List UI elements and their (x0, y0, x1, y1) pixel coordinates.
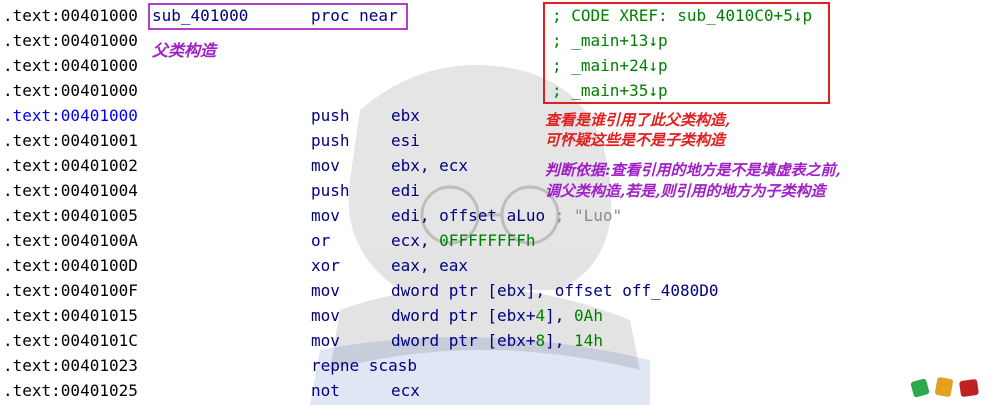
mnemonic[interactable]: push (311, 178, 350, 203)
operand[interactable]: ebx (391, 103, 420, 128)
address[interactable]: .text:00401000 (3, 103, 138, 128)
operand[interactable]: dword ptr [ebx+4], 0Ah (391, 303, 603, 328)
mnemonic[interactable]: push (311, 103, 350, 128)
watermark-logo-icon (910, 377, 979, 398)
address[interactable]: .text:00401023 (3, 353, 138, 378)
address[interactable]: .text:00401000 (3, 28, 138, 53)
mnemonic[interactable]: or (311, 228, 330, 253)
operand-text: edi (391, 181, 420, 200)
operand-text: ebx, ecx (391, 156, 469, 175)
annotation-red-line1: 查看是谁引用了此父类构造, (545, 111, 731, 129)
operand[interactable]: ebx, ecx (391, 153, 468, 178)
disassembly-view[interactable]: .text:00401000 sub_401000 proc near .text:0… (0, 0, 988, 405)
annotation-purple-line1: 判断依据:查看引用的地方是不是填虚表之前, (545, 161, 841, 179)
annotation-purple-line2: 调父类构造,若是,则引用的地方为子类构造 (545, 182, 826, 200)
operand-number: 0Ah (574, 306, 603, 325)
operand[interactable]: edi, offset aLuo ; "Luo" (391, 203, 622, 228)
operand-text: ecx, (391, 231, 440, 250)
address[interactable]: .text:00401025 (3, 378, 138, 403)
operand[interactable]: dword ptr [ebx+8], 14h (391, 328, 603, 353)
address[interactable]: .text:00401015 (3, 303, 138, 328)
xref-comment[interactable]: ; CODE XREF: sub_4010C0+5↓p (552, 3, 812, 28)
address[interactable]: .text:0040100D (3, 253, 138, 278)
xref-comment[interactable]: ; _main+24↓p (552, 53, 668, 78)
address[interactable]: .text:0040100F (3, 278, 138, 303)
operand-number: 14h (574, 331, 603, 350)
annotation-red-line2: 可怀疑这些是不是子类构造 (545, 131, 726, 149)
operand[interactable]: esi (391, 128, 420, 153)
address[interactable]: .text:00401001 (3, 128, 138, 153)
operand[interactable]: ecx, 0FFFFFFFFh (391, 228, 536, 253)
xref-comment[interactable]: ; _main+35↓p (552, 78, 668, 103)
address[interactable]: .text:00401004 (3, 178, 138, 203)
operand-text: edi, offset aLuo (391, 206, 546, 225)
operand[interactable]: edi (391, 178, 420, 203)
address[interactable]: .text:0040100A (3, 228, 138, 253)
operand-text: dword ptr [ebx+ (391, 331, 536, 350)
mnemonic[interactable]: mov (311, 153, 340, 178)
address[interactable]: .text:00401000 (3, 3, 138, 28)
address[interactable]: .text:00401002 (3, 153, 138, 178)
operand-text: ebx (391, 106, 420, 125)
operand[interactable]: eax, eax (391, 253, 468, 278)
operand-text: dword ptr [ebx], offset off_4080D0 (391, 281, 719, 300)
address[interactable]: .text:00401005 (3, 203, 138, 228)
operand-number: 8 (535, 331, 546, 350)
operand[interactable]: dword ptr [ebx], offset off_4080D0 (391, 278, 719, 303)
operand-text: ], (545, 331, 575, 350)
address[interactable]: .text:00401000 (3, 53, 138, 78)
xref-comment[interactable]: ; _main+13↓p (552, 28, 668, 53)
mnemonic[interactable]: mov (311, 328, 340, 353)
operand-text: ], (545, 306, 575, 325)
address[interactable]: .text:0040101C (3, 328, 138, 353)
mnemonic[interactable]: push (311, 128, 350, 153)
mnemonic[interactable]: not (311, 378, 340, 403)
inline-comment: ; "Luo" (545, 206, 623, 225)
operand-text: eax, eax (391, 256, 469, 275)
mnemonic[interactable]: xor (311, 253, 340, 278)
operand-number: 4 (535, 306, 546, 325)
mnemonic[interactable]: mov (311, 303, 340, 328)
operand-text: esi (391, 131, 420, 150)
mnemonic[interactable]: mov (311, 203, 340, 228)
function-name-highlight-box (148, 3, 408, 30)
address[interactable]: .text:00401000 (3, 78, 138, 103)
operand-number: 0FFFFFFFFh (439, 231, 536, 250)
operand[interactable]: ecx (391, 378, 420, 403)
parent-constructor-annotation: 父类构造 (152, 41, 217, 60)
operand-text: ecx (391, 381, 420, 400)
mnemonic[interactable]: mov (311, 278, 340, 303)
mnemonic[interactable]: repne scasb (311, 353, 417, 378)
operand-text: dword ptr [ebx+ (391, 306, 536, 325)
